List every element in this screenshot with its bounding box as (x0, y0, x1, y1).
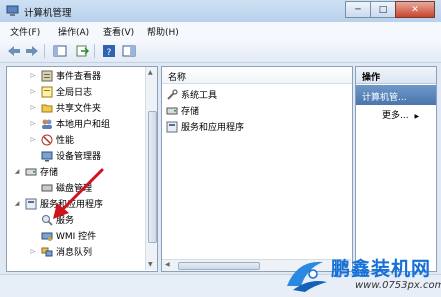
tree-item-label: WMI 控件 (56, 232, 97, 242)
collapse-arrow-icon[interactable]: ◢ (13, 200, 21, 207)
toolbar: ? (0, 40, 441, 63)
result-list-pane[interactable]: 名称 系统工具 存储 服务和应用程序 ◀ ▶ (161, 66, 353, 272)
actions-section-label: 计算机管... (362, 93, 407, 103)
tree-item-device-manager[interactable]: 设备管理器 (29, 148, 101, 163)
computer-management-icon (6, 5, 19, 16)
column-header-label: 名称 (168, 73, 187, 83)
tree-item-local-users-groups[interactable]: ▷ 本地用户和组 (29, 116, 110, 131)
caption-buttons: ─ □ ✕ (345, 1, 435, 18)
actions-section-computer-management[interactable]: 计算机管... (356, 85, 436, 105)
tree-vertical-scrollbar[interactable]: ▲ ▼ (145, 67, 157, 270)
properties-icon (122, 45, 136, 57)
tree-item-event-viewer[interactable]: ▷ 事件查看器 (29, 68, 101, 83)
collapse-arrow-icon[interactable]: ◢ (13, 168, 21, 175)
annotation-arrow-icon (53, 168, 104, 219)
menu-action[interactable]: 操作(A) (58, 25, 89, 38)
list-item-storage[interactable]: 存储 (166, 103, 199, 118)
tree-item-label: 事件查看器 (56, 72, 102, 82)
maximize-button[interactable]: □ (370, 1, 396, 18)
console-tree-pane[interactable]: ▷ 事件查看器 ▷ 全局日志 ▷ 共享文件夹 ▷ 本地用户和组 ▷ 性能 设备管… (6, 66, 158, 272)
tree-item-performance[interactable]: ▷ 性能 (29, 132, 74, 147)
event-viewer-icon (41, 70, 53, 81)
shared-folder-icon (41, 104, 53, 112)
close-icon: ✕ (411, 4, 419, 15)
tree-item-global-log[interactable]: ▷ 全局日志 (29, 84, 92, 99)
tree-item-message-queue[interactable]: ▷ 消息队列 (29, 244, 92, 259)
show-hide-tree-button[interactable] (52, 44, 68, 58)
tree-item-label: 性能 (56, 136, 75, 146)
performance-icon (41, 134, 53, 145)
more-actions-link[interactable]: 更多... ▶ (382, 108, 419, 121)
menu-view[interactable]: 查看(V) (103, 25, 134, 38)
toolbar-separator (94, 44, 95, 58)
list-item-label: 存储 (181, 107, 200, 117)
back-arrow-icon (8, 46, 20, 56)
svg-text:?: ? (107, 48, 112, 57)
wmi-icon (41, 232, 53, 241)
minimize-button[interactable]: ─ (345, 1, 371, 18)
expand-arrow-icon[interactable]: ▷ (29, 136, 37, 143)
scroll-left-icon[interactable]: ◀ (165, 261, 170, 268)
export-icon (76, 45, 89, 57)
menu-bar: 文件(F) 操作(A) 查看(V) 帮助(H) (0, 22, 441, 41)
maximize-icon: □ (378, 4, 388, 15)
actions-pane: 操作 计算机管... 更多... ▶ (355, 66, 437, 272)
watermark: 鹏鑫装机网 www.0753px.com (283, 254, 441, 296)
tree-item-label: 设备管理器 (56, 152, 102, 162)
list-item-label: 系统工具 (181, 91, 218, 101)
tree-item-label: 本地用户和组 (56, 120, 111, 130)
scroll-down-icon[interactable]: ▼ (148, 261, 153, 268)
tree-item-shared-folders[interactable]: ▷ 共享文件夹 (29, 100, 101, 115)
forward-arrow-icon (26, 46, 38, 56)
tools-icon (167, 88, 178, 100)
list-item-system-tools[interactable]: 系统工具 (166, 87, 217, 102)
message-queue-icon (41, 247, 53, 256)
services-apps-icon (166, 121, 178, 132)
watermark-logo-icon (287, 261, 327, 292)
submenu-arrow-icon: ▶ (414, 113, 420, 120)
help-icon: ? (103, 45, 115, 57)
expand-arrow-icon[interactable]: ▷ (29, 72, 37, 79)
watermark-url: www.0753px.com (355, 280, 441, 291)
tree-item-label: 全局日志 (56, 88, 93, 98)
column-header-name[interactable]: 名称 (162, 67, 352, 84)
expand-arrow-icon[interactable]: ▷ (29, 104, 37, 111)
toolbar-separator (44, 44, 45, 58)
console-tree-icon (53, 45, 67, 57)
tree-item-label: 共享文件夹 (56, 104, 102, 114)
device-manager-icon (41, 151, 53, 161)
list-item-services-applications[interactable]: 服务和应用程序 (166, 119, 244, 134)
computer-management-window: 计算机管理 ─ □ ✕ 文件(F) 操作(A) 查看(V) 帮助(H) ? ▷ … (0, 0, 441, 297)
users-icon (42, 119, 52, 129)
expand-arrow-icon[interactable]: ▷ (29, 120, 37, 127)
close-button[interactable]: ✕ (395, 1, 435, 18)
minimize-icon: ─ (355, 4, 361, 15)
more-actions-label: 更多... (382, 111, 409, 121)
back-button[interactable] (6, 44, 22, 58)
expand-arrow-icon[interactable]: ▷ (29, 88, 37, 95)
menu-help[interactable]: 帮助(H) (147, 25, 179, 38)
scroll-thumb[interactable] (178, 262, 260, 270)
help-button[interactable]: ? (101, 44, 117, 58)
list-item-label: 服务和应用程序 (181, 123, 245, 133)
properties-view-button[interactable] (121, 44, 137, 58)
tree-item-wmi-control[interactable]: WMI 控件 (29, 228, 96, 243)
storage-icon (25, 168, 37, 175)
storage-icon (166, 107, 178, 114)
services-apps-icon (25, 198, 37, 209)
forward-button[interactable] (24, 44, 40, 58)
scroll-thumb[interactable] (148, 111, 157, 243)
tree-item-label: 消息队列 (56, 248, 93, 258)
expand-arrow-icon[interactable]: ▷ (29, 248, 37, 255)
scroll-up-icon[interactable]: ▲ (148, 69, 153, 76)
window-title: 计算机管理 (24, 8, 72, 19)
actions-header: 操作 (356, 67, 436, 84)
log-icon (41, 86, 53, 97)
watermark-name: 鹏鑫装机网 (331, 258, 432, 280)
actions-header-label: 操作 (362, 73, 381, 83)
menu-file[interactable]: 文件(F) (10, 25, 40, 38)
title-bar[interactable]: 计算机管理 ─ □ ✕ (0, 0, 441, 22)
export-list-button[interactable] (74, 44, 90, 58)
